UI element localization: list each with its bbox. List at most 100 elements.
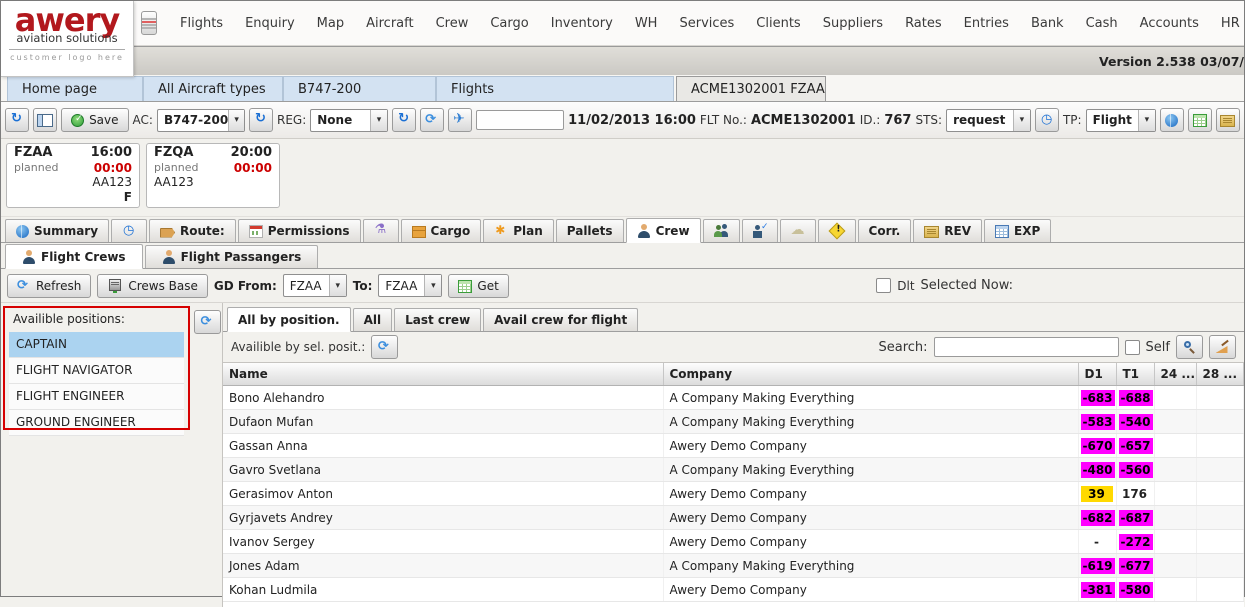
tab-flight-acme1302001[interactable]: ACME1302001 FZAA-FZQA	[676, 76, 826, 101]
menu-item-accounts[interactable]: Accounts	[1129, 16, 1210, 31]
cell-t1[interactable]: -540	[1116, 410, 1154, 434]
cell-company[interactable]: Awery Demo Company	[663, 530, 1078, 554]
refresh-crew-button[interactable]: Refresh	[7, 274, 91, 298]
tab-summary[interactable]: Summary	[5, 219, 109, 242]
cell-company[interactable]: A Company Making Everything	[663, 554, 1078, 578]
cell-d1[interactable]: -480	[1078, 458, 1116, 482]
refresh-button[interactable]	[5, 108, 29, 132]
tab-route[interactable]: Route:	[149, 219, 236, 242]
cell-24[interactable]	[1154, 434, 1196, 458]
dlt-checkbox[interactable]	[876, 278, 891, 293]
time-button[interactable]	[1035, 108, 1059, 132]
menu-item-cash[interactable]: Cash	[1075, 16, 1129, 31]
menu-item-crew[interactable]: Crew	[425, 16, 480, 31]
cell-28[interactable]	[1196, 482, 1244, 506]
cell-24[interactable]	[1154, 410, 1196, 434]
finance-button[interactable]	[1216, 108, 1240, 132]
cell-24[interactable]	[1154, 554, 1196, 578]
menu-item-enquiry[interactable]: Enquiry	[234, 16, 306, 31]
cell-name[interactable]: Jones Adam	[223, 554, 663, 578]
menu-toggle-button[interactable]	[141, 11, 157, 35]
search-button[interactable]	[1176, 335, 1203, 359]
cell-name[interactable]: Dufaon Mufan	[223, 410, 663, 434]
tab-avail-crew-for-flight[interactable]: Avail crew for flight	[483, 308, 638, 331]
get-button[interactable]: Get	[448, 274, 508, 298]
cell-d1[interactable]: 39	[1078, 482, 1116, 506]
cell-28[interactable]	[1196, 530, 1244, 554]
cell-d1[interactable]: -683	[1078, 386, 1116, 410]
cell-company[interactable]: A Company Making Everything	[663, 410, 1078, 434]
table-row[interactable]: Jones AdamA Company Making Everything-61…	[223, 554, 1244, 578]
reload-button[interactable]	[420, 108, 444, 132]
tab-cargo[interactable]: Cargo	[401, 219, 482, 242]
tab-plan[interactable]: Plan	[483, 219, 554, 242]
tab-all-by-position[interactable]: All by position.	[227, 307, 351, 332]
tab-all[interactable]: All	[353, 308, 393, 331]
cell-24[interactable]	[1154, 506, 1196, 530]
cell-company[interactable]: Awery Demo Company	[663, 578, 1078, 602]
cell-name[interactable]: Ivanov Sergey	[223, 530, 663, 554]
cell-name[interactable]: Gerasimov Anton	[223, 482, 663, 506]
cell-t1[interactable]: -687	[1116, 506, 1154, 530]
reg-refresh-button[interactable]	[392, 108, 416, 132]
reg-select[interactable]: None	[310, 109, 388, 132]
tab-crew-check[interactable]	[742, 219, 778, 242]
aircraft-select[interactable]: B747-200	[157, 109, 245, 132]
menu-item-aircraft[interactable]: Aircraft	[355, 16, 424, 31]
cell-24[interactable]	[1154, 578, 1196, 602]
cell-company[interactable]: Awery Demo Company	[663, 434, 1078, 458]
tab-times[interactable]	[111, 219, 147, 242]
col-company[interactable]: Company	[663, 363, 1078, 386]
gd-from-select[interactable]: FZAA	[283, 274, 347, 297]
crews-base-button[interactable]: Crews Base	[97, 274, 208, 298]
tab-crew[interactable]: Crew	[626, 218, 701, 243]
cell-24[interactable]	[1154, 482, 1196, 506]
menu-item-services[interactable]: Services	[668, 16, 745, 31]
table-row[interactable]: Ivanov SergeyAwery Demo Company--272	[223, 530, 1244, 554]
table-row[interactable]: Gassan AnnaAwery Demo Company-670-657	[223, 434, 1244, 458]
cell-company[interactable]: Awery Demo Company	[663, 506, 1078, 530]
col-24[interactable]: 24 ...	[1154, 363, 1196, 386]
save-button[interactable]: Save	[61, 108, 128, 132]
cell-name[interactable]: Bono Alehandro	[223, 386, 663, 410]
positions-refresh-button[interactable]	[194, 310, 221, 334]
menu-item-cargo[interactable]: Cargo	[479, 16, 539, 31]
cell-24[interactable]	[1154, 530, 1196, 554]
tab-last-crew[interactable]: Last crew	[394, 308, 481, 331]
aircraft-swap-button[interactable]	[448, 108, 472, 132]
cell-28[interactable]	[1196, 434, 1244, 458]
gd-to-select[interactable]: FZAA	[378, 274, 442, 297]
table-row[interactable]: Dufaon MufanA Company Making Everything-…	[223, 410, 1244, 434]
menu-item-map[interactable]: Map	[306, 16, 355, 31]
position-item-flight-navigator[interactable]: FLIGHT NAVIGATOR	[9, 358, 184, 384]
checklist-button[interactable]	[1188, 108, 1212, 132]
cell-d1[interactable]: -682	[1078, 506, 1116, 530]
cell-t1[interactable]: -688	[1116, 386, 1154, 410]
cell-28[interactable]	[1196, 410, 1244, 434]
search-input[interactable]	[934, 337, 1119, 357]
cell-d1[interactable]: -583	[1078, 410, 1116, 434]
menu-item-suppliers[interactable]: Suppliers	[812, 16, 894, 31]
tab-weather[interactable]	[780, 219, 816, 242]
position-item-flight-engineer[interactable]: FLIGHT ENGINEER	[9, 384, 184, 410]
menu-item-bank[interactable]: Bank	[1020, 16, 1075, 31]
cell-company[interactable]: A Company Making Everything	[663, 458, 1078, 482]
tab-corr[interactable]: Corr.	[858, 219, 912, 242]
menu-item-wh[interactable]: WH	[624, 16, 669, 31]
col-t1[interactable]: T1	[1116, 363, 1154, 386]
cell-d1[interactable]: -	[1078, 530, 1116, 554]
cell-24[interactable]	[1154, 386, 1196, 410]
position-item-ground-engineer[interactable]: GROUND ENGINEER	[9, 410, 184, 436]
cell-t1[interactable]: -657	[1116, 434, 1154, 458]
cell-d1[interactable]: -381	[1078, 578, 1116, 602]
cell-28[interactable]	[1196, 578, 1244, 602]
cell-d1[interactable]: -670	[1078, 434, 1116, 458]
tab-pallets[interactable]: Pallets	[556, 219, 624, 242]
position-item-captain[interactable]: CAPTAIN	[9, 332, 184, 358]
cell-28[interactable]	[1196, 506, 1244, 530]
tab-flights[interactable]: Flights	[436, 76, 674, 101]
tab-alerts[interactable]	[818, 219, 856, 242]
tab-home-page[interactable]: Home page	[7, 76, 143, 101]
menu-item-hr[interactable]: HR	[1210, 16, 1245, 31]
leg-card-fzaa[interactable]: FZAA16:00 planned00:00 AA123 F	[6, 143, 140, 208]
